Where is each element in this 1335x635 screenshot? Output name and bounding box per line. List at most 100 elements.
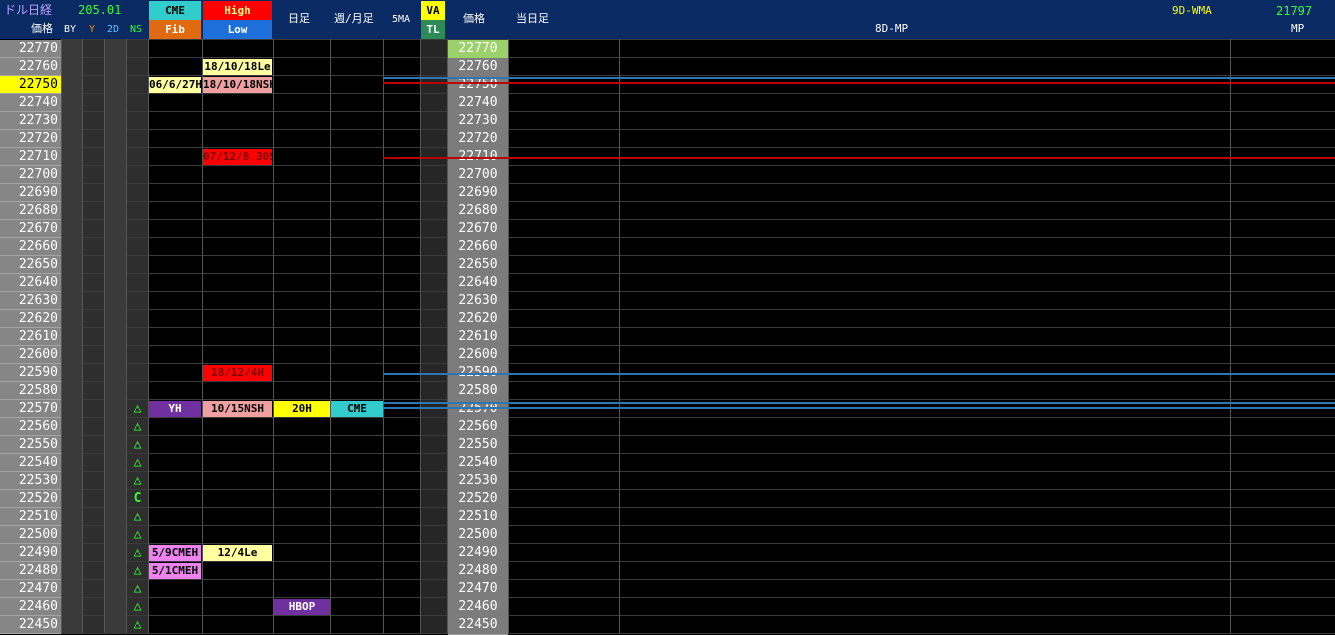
row-separator (61, 165, 1335, 166)
price-cell[interactable]: 22600 (0, 346, 61, 364)
price-cell-2[interactable]: 22630 (448, 292, 508, 311)
price-cell[interactable]: 22540 (0, 454, 61, 472)
row-separator (61, 75, 1335, 76)
price-cell[interactable]: 22480 (0, 562, 61, 580)
price-cell-2[interactable]: 22520 (448, 490, 508, 509)
daily-header: 日足 (288, 12, 310, 25)
level-label[interactable]: HBOP (274, 599, 330, 615)
price-cell-2[interactable]: 22450 (448, 616, 508, 635)
wma9-header: 9D-WMA (1172, 4, 1212, 17)
level-line (383, 157, 1335, 159)
ns-c-mark: C (133, 491, 142, 506)
price-cell[interactable]: 22720 (0, 130, 61, 148)
price-cell[interactable]: 22460 (0, 598, 61, 616)
fib-header[interactable]: Fib (149, 20, 201, 39)
price-cell[interactable]: 22660 (0, 238, 61, 256)
price-cell[interactable]: 22590 (0, 364, 61, 382)
cme-header[interactable]: CME (149, 1, 201, 20)
price-cell-2[interactable]: 22770 (448, 40, 508, 59)
row-separator (61, 255, 1335, 256)
row-separator (61, 543, 1335, 544)
price-cell[interactable]: 22450 (0, 616, 61, 634)
price-cell-2[interactable]: 22550 (448, 436, 508, 455)
title-label: ドル日経 (4, 3, 53, 17)
level-label[interactable]: 10/15NSH (203, 401, 272, 417)
price-cell[interactable]: 22700 (0, 166, 61, 184)
ns-triangle-icon: △ (133, 401, 142, 416)
ns-triangle-icon: △ (133, 455, 142, 470)
price-cell[interactable]: 22680 (0, 202, 61, 220)
price-cell-2[interactable]: 22660 (448, 238, 508, 257)
row-separator (61, 273, 1335, 274)
price-cell[interactable]: 22770 (0, 40, 61, 58)
price-cell-2[interactable]: 22510 (448, 508, 508, 527)
y-header: Y (89, 24, 96, 35)
level-label[interactable]: CME (331, 401, 383, 417)
price-cell[interactable]: 22640 (0, 274, 61, 292)
price-cell-2[interactable]: 22620 (448, 310, 508, 329)
price-cell[interactable]: 22690 (0, 184, 61, 202)
price-cell[interactable]: 22520 (0, 490, 61, 508)
high-header[interactable]: High (203, 1, 272, 20)
price-cell[interactable]: 22620 (0, 310, 61, 328)
price-cell[interactable]: 22710 (0, 148, 61, 166)
row-separator (61, 57, 1335, 58)
level-label[interactable]: YH (149, 401, 201, 417)
price-cell-2[interactable]: 22690 (448, 184, 508, 203)
price-cell-2[interactable]: 22670 (448, 220, 508, 239)
price-cell[interactable]: 22610 (0, 328, 61, 346)
price-cell-2[interactable]: 22680 (448, 202, 508, 221)
level-label[interactable]: 5/1CMEH (149, 563, 201, 579)
price-cell[interactable]: 22550 (0, 436, 61, 454)
row-separator (61, 381, 1335, 382)
price-cell-2[interactable]: 22580 (448, 382, 508, 401)
price-cell[interactable]: 22510 (0, 508, 61, 526)
price-cell[interactable]: 22630 (0, 292, 61, 310)
price-cell[interactable]: 22470 (0, 580, 61, 598)
level-label[interactable]: 18/10/18NSH (203, 77, 272, 93)
row-separator (61, 183, 1335, 184)
level-label[interactable]: 12/4Le (203, 545, 272, 561)
price-cell[interactable]: 22500 (0, 526, 61, 544)
price-cell-2[interactable]: 22540 (448, 454, 508, 473)
price-cell-2[interactable]: 22530 (448, 472, 508, 491)
column-separator (619, 39, 620, 633)
price-cell-2[interactable]: 22650 (448, 256, 508, 275)
price-cell-2[interactable]: 22470 (448, 580, 508, 599)
price-cell-2[interactable]: 22730 (448, 112, 508, 131)
row-separator (61, 615, 1335, 616)
price-cell-2[interactable]: 22640 (448, 274, 508, 293)
price-cell[interactable]: 22580 (0, 382, 61, 400)
price-cell-2[interactable]: 22480 (448, 562, 508, 581)
price-cell[interactable]: 22740 (0, 94, 61, 112)
price-cell-2[interactable]: 22700 (448, 166, 508, 185)
price-cell-2[interactable]: 22560 (448, 418, 508, 437)
level-label[interactable]: 20H (274, 401, 330, 417)
price-cell[interactable]: 22490 (0, 544, 61, 562)
price-cell-2[interactable]: 22500 (448, 526, 508, 545)
price-cell-2[interactable]: 22600 (448, 346, 508, 365)
price-cell-2[interactable]: 22720 (448, 130, 508, 149)
level-label[interactable]: 07/12/8 30S (203, 149, 272, 165)
price-cell[interactable]: 22670 (0, 220, 61, 238)
low-header[interactable]: Low (203, 20, 272, 39)
level-label[interactable]: 18/10/18Le (203, 59, 272, 75)
price-cell[interactable]: 22530 (0, 472, 61, 490)
price-cell[interactable]: 22750 (0, 76, 61, 94)
price-cell[interactable]: 22650 (0, 256, 61, 274)
ns-triangle-icon: △ (133, 419, 142, 434)
price-cell[interactable]: 22760 (0, 58, 61, 76)
price-cell[interactable]: 22570 (0, 400, 61, 418)
price-cell-2[interactable]: 22610 (448, 328, 508, 347)
price-cell[interactable]: 22560 (0, 418, 61, 436)
level-label[interactable]: 18/12/4H (203, 365, 272, 381)
price-cell-2[interactable]: 22490 (448, 544, 508, 563)
level-label[interactable]: 06/6/27H (149, 77, 201, 93)
va-header[interactable]: VA (421, 1, 445, 20)
tl-header[interactable]: TL (421, 20, 445, 39)
level-label[interactable]: 5/9CMEH (149, 545, 201, 561)
price-cell-2[interactable]: 22740 (448, 94, 508, 113)
price-cell-2[interactable]: 22460 (448, 598, 508, 617)
price-cell-2[interactable]: 22760 (448, 58, 508, 77)
price-cell[interactable]: 22730 (0, 112, 61, 130)
